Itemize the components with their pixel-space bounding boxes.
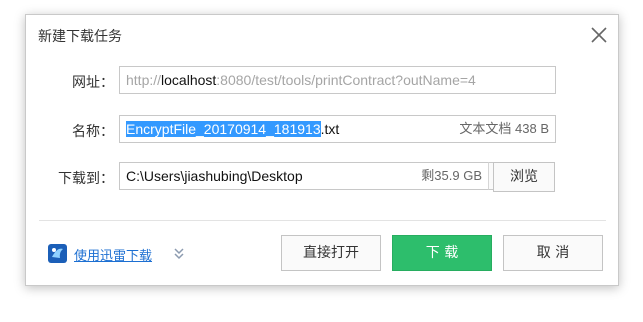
close-icon[interactable] [588, 24, 610, 46]
use-xunlei-link[interactable]: 使用迅雷下载 [74, 245, 152, 264]
file-name-selected-text: EncryptFile_20170914_181913 [126, 121, 321, 137]
file-name-field[interactable]: EncryptFile_20170914_181913.txt 文本文档 438… [119, 115, 556, 143]
dialog-title: 新建下载任务 [38, 29, 122, 45]
cancel-button[interactable]: 取 消 [503, 235, 603, 271]
file-type-size: 文本文档 438 B [459, 121, 549, 136]
save-to-label: 下载到： [58, 171, 114, 187]
file-name-extension: .txt [320, 121, 340, 137]
url-path: :8080/test/tools/printContract?outName=4 [216, 72, 476, 88]
double-chevron-down-icon[interactable] [173, 247, 185, 261]
open-directly-button[interactable]: 直接打开 [281, 235, 381, 271]
divider [39, 220, 606, 221]
url-label: 网址： [72, 75, 114, 91]
xunlei-icon[interactable] [48, 244, 67, 263]
url-field[interactable]: http://localhost:8080/test/tools/printCo… [119, 66, 556, 94]
download-button[interactable]: 下 载 [392, 235, 492, 271]
title-bar: 新建下载任务 [26, 15, 618, 55]
url-scheme: http:// [126, 72, 162, 88]
free-space-text: 剩35.9 GB [421, 168, 482, 183]
url-host: localhost [161, 72, 217, 88]
browse-button[interactable]: 浏览 [493, 162, 555, 192]
name-label: 名称： [72, 124, 114, 140]
save-path-text: C:\Users\jiashubing\Desktop [126, 168, 303, 184]
save-path-field[interactable]: C:\Users\jiashubing\Desktop 剩35.9 GB [119, 162, 489, 190]
new-download-dialog: 新建下载任务 网址： http://localhost:8080/test/to… [25, 14, 619, 286]
